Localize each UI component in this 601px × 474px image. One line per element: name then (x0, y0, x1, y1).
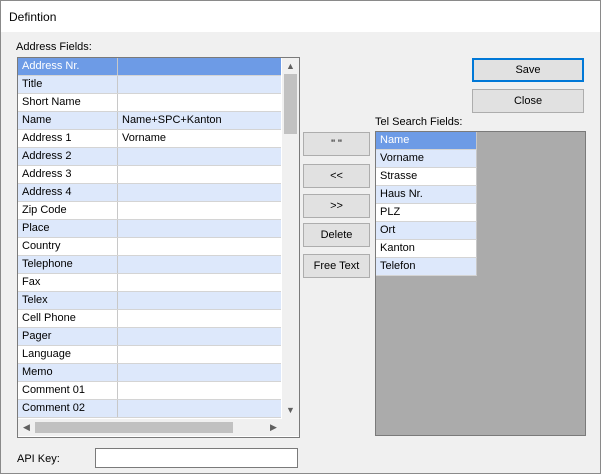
scroll-down-icon[interactable]: ▼ (282, 402, 299, 419)
address-row[interactable]: Country (18, 238, 281, 256)
close-button[interactable]: Close (472, 89, 584, 113)
window-title: Defintion (9, 10, 57, 24)
address-field-mapping[interactable] (118, 382, 281, 399)
address-field-name: Telephone (18, 256, 118, 273)
address-field-name: Cell Phone (18, 310, 118, 327)
address-row[interactable]: Memo (18, 364, 281, 382)
quote-button[interactable]: " " (303, 132, 370, 156)
address-row[interactable]: Place (18, 220, 281, 238)
address-row[interactable]: Zip Code (18, 202, 281, 220)
address-field-mapping[interactable] (118, 166, 281, 183)
address-field-name: Address 2 (18, 148, 118, 165)
address-row[interactable]: Address 1 Vorname (18, 130, 281, 148)
address-field-mapping[interactable] (118, 274, 281, 291)
title-bar: Defintion (1, 1, 600, 32)
tel-search-item[interactable]: Haus Nr. (376, 186, 477, 204)
address-field-name: Telex (18, 292, 118, 309)
address-field-name: Comment 01 (18, 382, 118, 399)
tel-search-item[interactable]: PLZ (376, 204, 477, 222)
address-row[interactable]: Address 4 (18, 184, 281, 202)
address-rows: Address Nr. Title Short Name Name Name+SPC+K… (18, 58, 281, 418)
address-field-mapping[interactable] (118, 292, 281, 309)
address-field-name: Address Nr. (18, 58, 118, 75)
tel-search-item[interactable]: Vorname (376, 150, 477, 168)
address-field-mapping[interactable] (118, 400, 281, 417)
horizontal-scroll-thumb[interactable] (35, 422, 233, 433)
address-field-name: Country (18, 238, 118, 255)
address-field-mapping[interactable] (118, 76, 281, 93)
tel-search-item[interactable]: Ort (376, 222, 477, 240)
scroll-corner (282, 419, 299, 436)
address-field-name: Language (18, 346, 118, 363)
address-field-name: Title (18, 76, 118, 93)
definition-dialog: Defintion Address Fields: Address Nr. Tit… (0, 0, 601, 474)
address-row[interactable]: Language (18, 346, 281, 364)
address-field-mapping[interactable] (118, 94, 281, 111)
tel-search-item[interactable]: Name (376, 132, 477, 150)
address-field-name: Short Name (18, 94, 118, 111)
tel-search-item[interactable]: Telefon (376, 258, 477, 276)
address-row[interactable]: Name Name+SPC+Kanton (18, 112, 281, 130)
address-field-mapping[interactable] (118, 328, 281, 345)
delete-button[interactable]: Delete (303, 223, 370, 247)
address-field-name: Name (18, 112, 118, 129)
address-field-name: Place (18, 220, 118, 237)
api-key-label: API Key: (17, 453, 60, 465)
address-field-mapping[interactable]: Name+SPC+Kanton (118, 112, 281, 129)
address-row[interactable]: Address Nr. (18, 58, 281, 76)
tel-search-item[interactable]: Strasse (376, 168, 477, 186)
vertical-scrollbar[interactable]: ▲ ▼ (282, 58, 299, 419)
scroll-left-icon[interactable]: ◀ (18, 419, 35, 436)
vertical-scroll-thumb[interactable] (284, 74, 297, 134)
scroll-right-icon[interactable]: ▶ (265, 419, 282, 436)
address-field-mapping[interactable] (118, 58, 281, 75)
address-field-mapping[interactable] (118, 148, 281, 165)
address-field-mapping[interactable] (118, 202, 281, 219)
address-field-name: Address 1 (18, 130, 118, 147)
address-row[interactable]: Fax (18, 274, 281, 292)
address-field-mapping[interactable] (118, 310, 281, 327)
address-field-name: Fax (18, 274, 118, 291)
tel-search-fields-label: Tel Search Fields: (375, 116, 463, 128)
address-field-mapping[interactable] (118, 256, 281, 273)
address-fields-grid[interactable]: Address Nr. Title Short Name Name Name+SPC+K… (17, 57, 300, 438)
save-button[interactable]: Save (472, 58, 584, 82)
address-field-mapping[interactable] (118, 364, 281, 381)
address-field-mapping[interactable] (118, 220, 281, 237)
address-field-name: Comment 02 (18, 400, 118, 417)
address-row[interactable]: Cell Phone (18, 310, 281, 328)
address-row[interactable]: Comment 02 (18, 400, 281, 418)
address-field-mapping[interactable] (118, 346, 281, 363)
address-row[interactable]: Telex (18, 292, 281, 310)
tel-search-fields-list[interactable]: Name Vorname Strasse Haus Nr. PLZ Ort Kanton Te… (375, 131, 586, 436)
address-row[interactable]: Address 2 (18, 148, 281, 166)
address-field-mapping[interactable] (118, 184, 281, 201)
address-row[interactable]: Pager (18, 328, 281, 346)
scroll-up-icon[interactable]: ▲ (282, 58, 299, 75)
horizontal-scrollbar[interactable]: ◀ ▶ (18, 419, 282, 436)
address-field-mapping[interactable]: Vorname (118, 130, 281, 147)
api-key-input[interactable] (95, 448, 298, 468)
address-row[interactable]: Short Name (18, 94, 281, 112)
address-row[interactable]: Title (18, 76, 281, 94)
move-right-button[interactable]: >> (303, 194, 370, 218)
free-text-button[interactable]: Free Text (303, 254, 370, 278)
address-field-name: Address 3 (18, 166, 118, 183)
address-field-name: Memo (18, 364, 118, 381)
address-row[interactable]: Comment 01 (18, 382, 281, 400)
address-row[interactable]: Telephone (18, 256, 281, 274)
address-row[interactable]: Address 3 (18, 166, 281, 184)
address-field-name: Zip Code (18, 202, 118, 219)
address-field-name: Pager (18, 328, 118, 345)
tel-search-item[interactable]: Kanton (376, 240, 477, 258)
address-field-mapping[interactable] (118, 238, 281, 255)
address-fields-label: Address Fields: (16, 41, 92, 53)
move-left-button[interactable]: << (303, 164, 370, 188)
address-field-name: Address 4 (18, 184, 118, 201)
